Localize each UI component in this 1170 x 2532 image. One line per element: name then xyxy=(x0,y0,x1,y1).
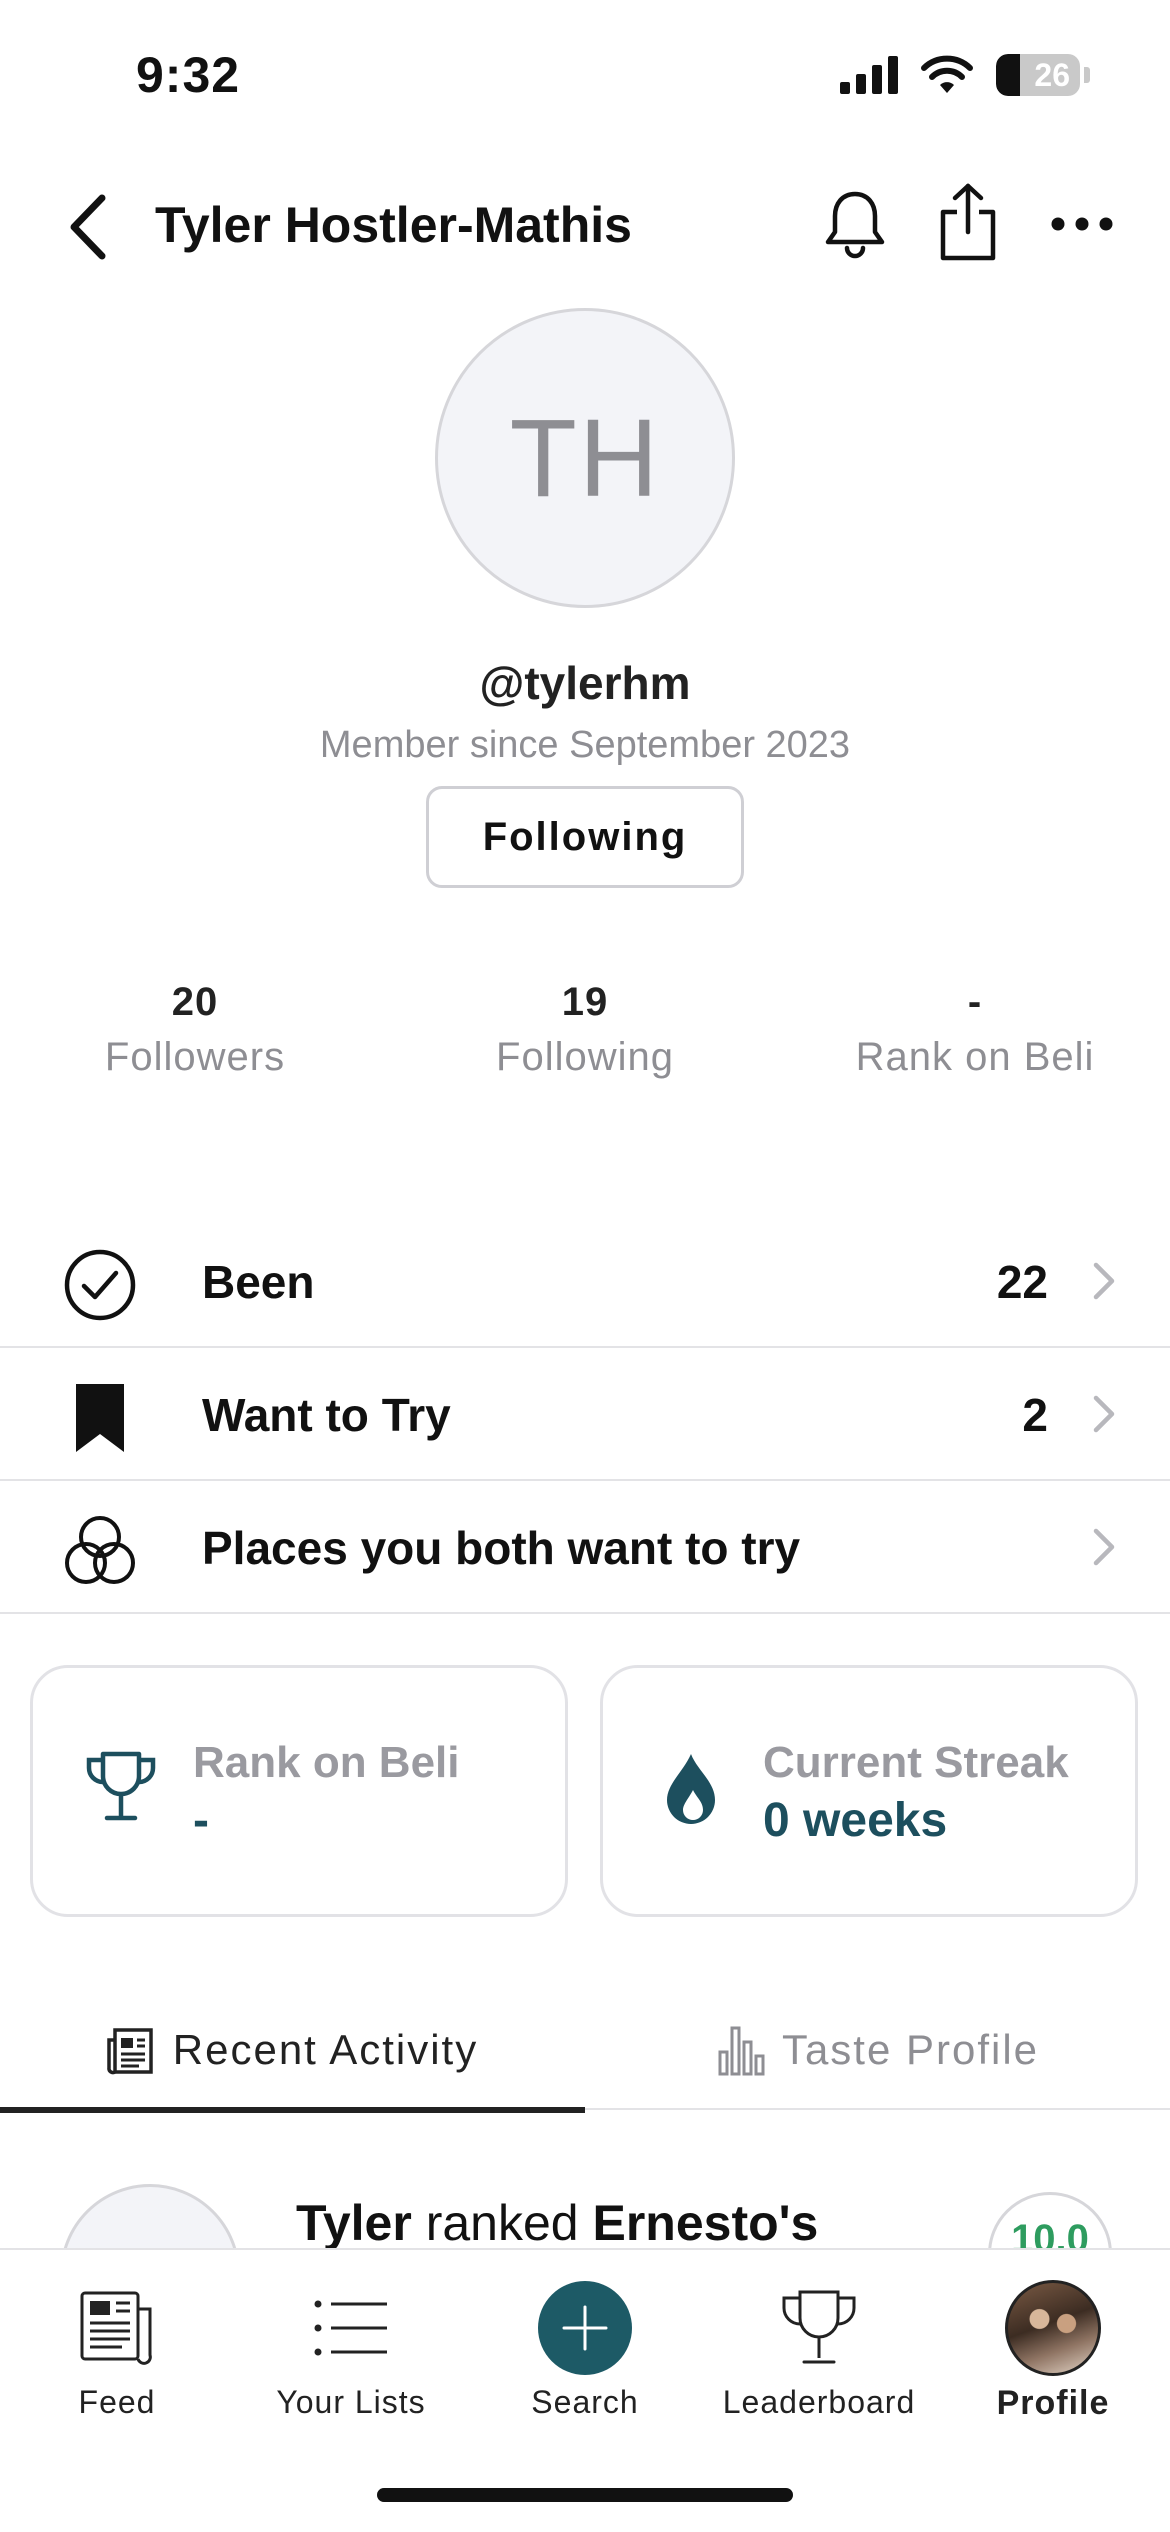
feed-actor: Tyler xyxy=(296,2195,412,2248)
search-fab[interactable] xyxy=(538,2281,632,2375)
stat-rank[interactable]: - Rank on Beli xyxy=(780,980,1170,1080)
list-label: Want to Try xyxy=(202,1389,451,1441)
back-chevron-icon[interactable] xyxy=(60,192,120,262)
page-title: Tyler Hostler-Mathis xyxy=(155,197,632,253)
card-label: Current Streak xyxy=(763,1738,1069,1787)
nav-icon xyxy=(702,2278,936,2378)
chevron-right-icon xyxy=(1093,1262,1115,1300)
profile-header: Tyler Hostler-Mathis xyxy=(0,170,1170,280)
feed-item-text[interactable]: Tyler ranked Ernesto's xyxy=(296,2194,818,2248)
nav-icon xyxy=(468,2278,702,2378)
status-time: 9:32 xyxy=(136,47,241,103)
overlap-circles-icon xyxy=(65,1516,135,1584)
stat-label: Following xyxy=(496,1035,674,1079)
more-options-icon[interactable] xyxy=(1050,212,1114,236)
nav-label: Search xyxy=(531,2384,639,2420)
nav-your-lists[interactable]: Your Lists xyxy=(234,2250,468,2450)
list-row-been[interactable]: Been 22 xyxy=(0,1215,1170,1348)
feed-avatar[interactable] xyxy=(60,2184,240,2248)
member-since: Member since September 2023 xyxy=(319,724,851,766)
tab-label: Recent Activity xyxy=(172,2026,479,2073)
list-row-shared-want-to-try[interactable]: Places you both want to try xyxy=(0,1481,1170,1614)
cellular-signal-icon xyxy=(840,56,898,94)
profile-tabs: Recent Activity Taste Profile xyxy=(0,1990,1170,2113)
home-indicator xyxy=(377,2488,793,2502)
status-icons: 26 xyxy=(840,54,1090,96)
chevron-right-icon xyxy=(1093,1528,1115,1566)
stat-value: 20 xyxy=(171,980,219,1024)
nav-feed[interactable]: Feed xyxy=(0,2250,234,2450)
nav-icon xyxy=(234,2278,468,2378)
profile-stats: 20 Followers 19 Following - Rank on Beli xyxy=(0,980,1170,1100)
stat-value: - xyxy=(967,980,983,1024)
bell-icon[interactable] xyxy=(820,188,890,262)
list-label: Been xyxy=(202,1256,315,1308)
nav-leaderboard[interactable]: Leaderboard xyxy=(702,2250,936,2450)
list-count: 22 xyxy=(996,1256,1048,1308)
user-handle: @tylerhm xyxy=(479,657,691,709)
battery-level: 26 xyxy=(1034,56,1070,93)
stat-label: Rank on Beli xyxy=(855,1035,1095,1079)
activity-feed: Tyler ranked Ernesto's 10.0 xyxy=(0,2112,1170,2248)
tab-taste-profile[interactable]: Taste Profile xyxy=(585,1990,1170,2110)
plus-icon xyxy=(562,2305,608,2351)
flame-icon xyxy=(667,1754,715,1824)
bookmark-icon xyxy=(76,1384,124,1452)
battery-cap xyxy=(1084,67,1090,83)
wifi-icon xyxy=(921,55,973,93)
list-label: Places you both want to try xyxy=(202,1522,801,1574)
card-value: 0 weeks xyxy=(763,1794,948,1847)
nav-profile[interactable]: Profile xyxy=(936,2250,1170,2450)
streak-card[interactable]: Current Streak 0 weeks xyxy=(600,1665,1138,1917)
trophy-icon xyxy=(782,2290,856,2364)
trophy-icon xyxy=(86,1751,156,1821)
tab-label: Taste Profile xyxy=(781,2026,1040,2073)
profile-lists: Been 22 Want to Try 2 Places you both wa… xyxy=(0,1215,1170,1614)
score-badge: 10.0 xyxy=(988,2192,1112,2248)
nav-label: Leaderboard xyxy=(722,2384,916,2420)
tab-recent-activity[interactable]: Recent Activity xyxy=(0,1990,585,2113)
card-label: Rank on Beli xyxy=(193,1738,460,1787)
check-circle-icon xyxy=(64,1249,136,1321)
stat-followers[interactable]: 20 Followers xyxy=(0,980,390,1080)
status-bar: 9:32 26 xyxy=(0,0,1170,150)
nav-label: Feed xyxy=(78,2384,156,2420)
share-icon[interactable] xyxy=(935,182,1001,262)
list-count: 2 xyxy=(1022,1389,1048,1441)
nav-search[interactable]: Search xyxy=(468,2250,702,2450)
feed-icon xyxy=(80,2291,152,2365)
stat-following[interactable]: 19 Following xyxy=(390,980,780,1080)
feed-place[interactable]: Ernesto's xyxy=(593,2195,819,2248)
newspaper-icon xyxy=(107,2028,153,2075)
chevron-right-icon xyxy=(1093,1395,1115,1433)
stat-label: Followers xyxy=(104,1035,286,1079)
nav-label: Profile xyxy=(996,2384,1110,2422)
nav-icon xyxy=(936,2278,1170,2378)
list-row-want-to-try[interactable]: Want to Try 2 xyxy=(0,1348,1170,1481)
battery-icon: 26 xyxy=(996,54,1080,96)
card-value: - xyxy=(193,1794,209,1847)
rank-card[interactable]: Rank on Beli - xyxy=(30,1665,568,1917)
avatar: TH xyxy=(435,308,735,608)
nav-icon xyxy=(0,2278,234,2378)
list-icon xyxy=(314,2300,387,2356)
profile-photo-avatar xyxy=(1005,2280,1101,2376)
nav-label: Your Lists xyxy=(276,2384,426,2420)
following-button[interactable]: Following xyxy=(426,786,744,888)
stat-value: 19 xyxy=(561,980,609,1024)
feed-verb: ranked xyxy=(425,2195,579,2248)
bar-chart-icon xyxy=(718,2026,765,2076)
